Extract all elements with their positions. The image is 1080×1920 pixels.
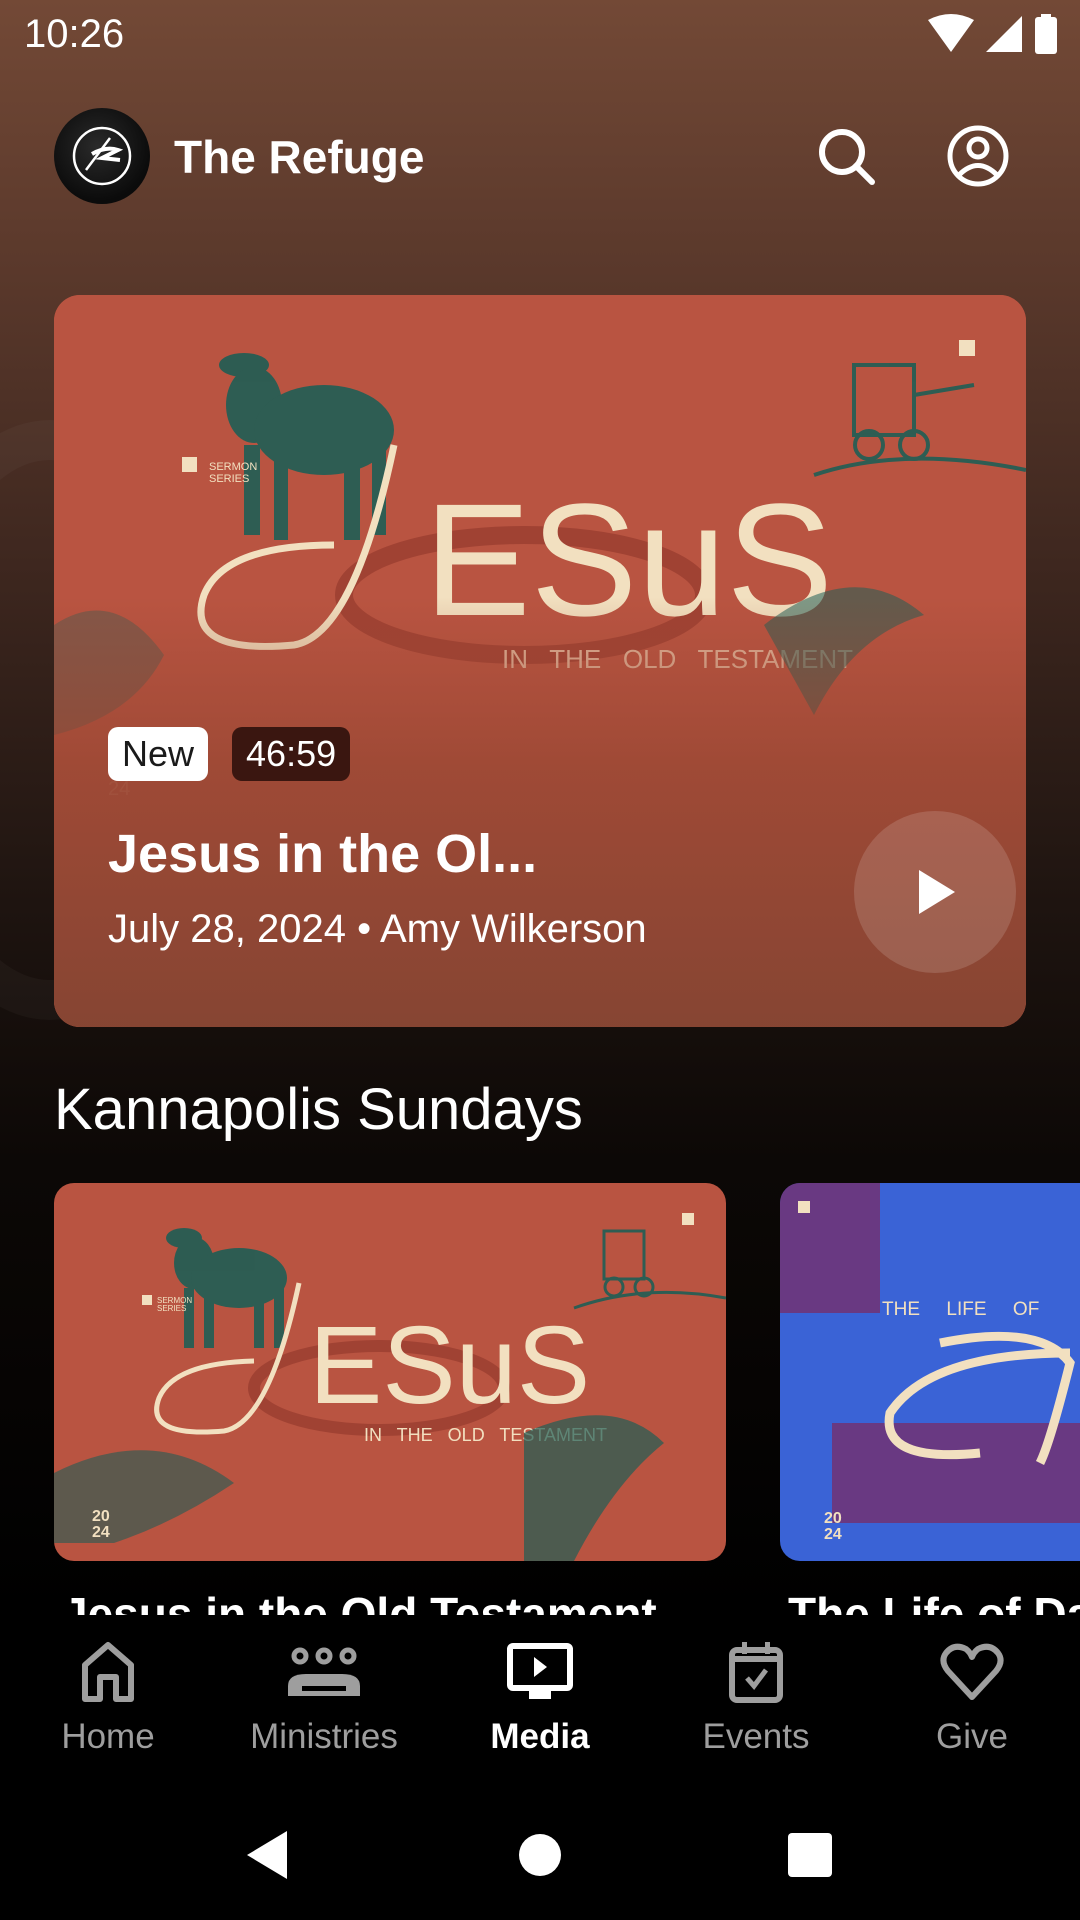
- nav-item-media[interactable]: Media: [432, 1615, 648, 1780]
- new-badge: New: [108, 727, 209, 781]
- groups-icon: [288, 1647, 360, 1696]
- nav-label: Media: [490, 1717, 590, 1756]
- nav-item-give[interactable]: Give: [864, 1615, 1080, 1780]
- home-icon: [82, 1642, 134, 1702]
- svg-text:24: 24: [824, 1526, 842, 1543]
- status-bar: 10:26: [0, 0, 1080, 72]
- nav-label: Home: [61, 1717, 155, 1756]
- featured-sermon-card[interactable]: SERMON SERIES ESuS IN THE OLD TESTAMENT …: [54, 295, 1026, 1027]
- svg-text:20: 20: [92, 1508, 110, 1525]
- series-label-2: SERIES: [209, 473, 249, 485]
- duration-badge: 46:59: [232, 727, 351, 781]
- series-thumbnail: THE LIFE OF 20 24: [780, 1183, 1080, 1561]
- play-icon: [919, 870, 955, 914]
- heart-icon: [940, 1643, 1004, 1700]
- hero-gradient-overlay: [54, 597, 1026, 1027]
- wifi-icon: [928, 14, 974, 52]
- cellular-signal-icon: [986, 16, 1022, 52]
- nav-label: Ministries: [250, 1717, 398, 1756]
- jesus-series-artwork: SERMON SERIES ESuS IN THE OLD TESTAMENT …: [54, 1183, 726, 1561]
- play-button[interactable]: [854, 811, 1016, 973]
- series-thumbnail: SERMON SERIES ESuS IN THE OLD TESTAMENT …: [54, 1183, 726, 1561]
- system-recents-button[interactable]: [775, 1820, 845, 1890]
- system-home-button[interactable]: [505, 1820, 575, 1890]
- account-circle-icon: [947, 125, 1009, 187]
- system-navigation-bar: [0, 1780, 1080, 1920]
- status-time: 10:26: [24, 12, 125, 56]
- david-series-artwork: THE LIFE OF 20 24: [780, 1183, 1080, 1561]
- media-play-icon: [507, 1643, 573, 1699]
- back-triangle-icon: [247, 1831, 287, 1879]
- calendar-check-icon: [729, 1642, 783, 1703]
- nav-item-ministries[interactable]: Ministries: [216, 1615, 432, 1780]
- nav-label: Give: [936, 1717, 1008, 1756]
- series-card[interactable]: SERMON SERIES ESuS IN THE OLD TESTAMENT …: [54, 1183, 726, 1615]
- series-card[interactable]: THE LIFE OF 20 24 The Life of David: [780, 1183, 1080, 1615]
- series-card-title: The Life of David: [788, 1588, 1080, 1615]
- svg-text:THE LIFE OF: THE LIFE OF: [882, 1299, 1039, 1320]
- series-carousel[interactable]: SERMON SERIES ESuS IN THE OLD TESTAMENT …: [54, 1183, 1080, 1615]
- battery-icon: [1035, 14, 1057, 54]
- home-circle-icon: [519, 1834, 561, 1876]
- church-logo[interactable]: [54, 108, 150, 204]
- nav-item-home[interactable]: Home: [0, 1615, 216, 1780]
- logo-icon: [72, 126, 132, 186]
- recents-square-icon: [788, 1833, 832, 1877]
- nav-item-events[interactable]: Events: [648, 1615, 864, 1780]
- svg-text:SERIES: SERIES: [157, 1304, 186, 1313]
- hero-meta: July 28, 2024 • Amy Wilkerson: [108, 907, 647, 951]
- bottom-navigation: Home Ministries Media Events Give: [0, 1615, 1080, 1780]
- search-icon: [819, 129, 875, 185]
- section-title: Kannapolis Sundays: [54, 1077, 583, 1142]
- app-header: The Refuge: [0, 100, 1080, 212]
- series-card-title: Jesus in the Old Testament: [62, 1588, 657, 1615]
- hero-badges: New 46:59: [108, 727, 351, 781]
- status-icons: [928, 14, 1058, 54]
- svg-text:20: 20: [824, 1510, 842, 1527]
- svg-text:24: 24: [92, 1524, 110, 1541]
- series-label-1: SERMON: [209, 461, 257, 473]
- system-back-button[interactable]: [232, 1820, 302, 1890]
- hero-title: Jesus in the Ol...: [108, 824, 538, 884]
- search-button[interactable]: [810, 120, 882, 192]
- nav-label: Events: [702, 1717, 810, 1756]
- svg-text:ESuS: ESuS: [309, 1304, 590, 1427]
- app-title: The Refuge: [174, 131, 425, 183]
- account-button[interactable]: [942, 120, 1014, 192]
